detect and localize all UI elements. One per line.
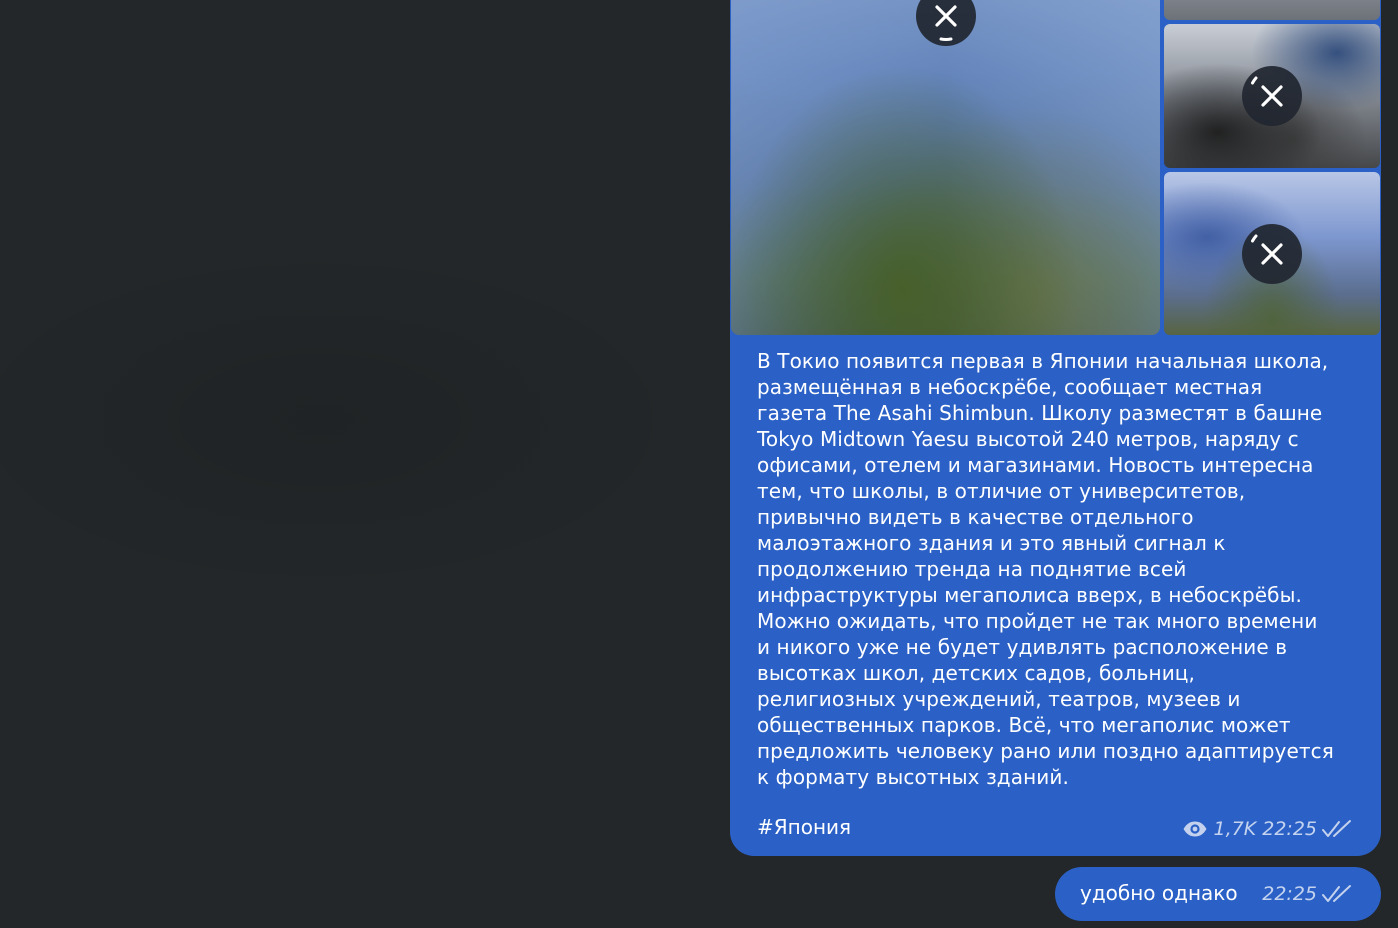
cancel-download-button[interactable] bbox=[916, 0, 976, 46]
message-text: удобно однако bbox=[1080, 881, 1238, 905]
post-text: В Токио появится первая в Японии начальн… bbox=[757, 349, 1334, 789]
close-icon bbox=[1251, 76, 1283, 107]
message-meta: 22:25 bbox=[1262, 881, 1353, 907]
close-icon bbox=[935, 5, 957, 42]
hashtag-link[interactable]: #Япония bbox=[757, 814, 851, 840]
photo-loading-top-right[interactable] bbox=[1164, 0, 1380, 20]
channel-post[interactable]: В Токио появится первая в Японии начальн… bbox=[730, 0, 1381, 856]
double-check-icon bbox=[1321, 884, 1353, 904]
photo-loading-main[interactable] bbox=[731, 0, 1160, 335]
cancel-download-button[interactable] bbox=[1242, 66, 1302, 126]
view-count: 1,7K bbox=[1213, 818, 1257, 840]
close-icon bbox=[1251, 234, 1283, 265]
photo-loading-bottom-right[interactable] bbox=[1164, 172, 1380, 335]
eye-icon bbox=[1182, 820, 1208, 838]
outgoing-message[interactable]: удобно однако 22:25 bbox=[1055, 867, 1381, 921]
photo-loading-middle-right[interactable] bbox=[1164, 24, 1380, 168]
message-time: 22:25 bbox=[1262, 883, 1317, 905]
post-meta: 1,7K 22:25 bbox=[1182, 816, 1353, 842]
post-time: 22:25 bbox=[1262, 818, 1317, 840]
cancel-download-button[interactable] bbox=[1242, 224, 1302, 284]
photo-album bbox=[730, 0, 1381, 336]
double-check-icon bbox=[1321, 819, 1353, 839]
